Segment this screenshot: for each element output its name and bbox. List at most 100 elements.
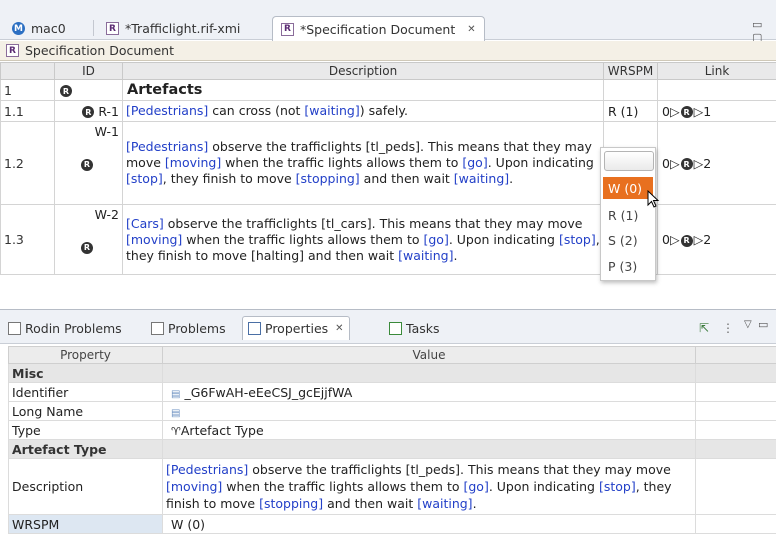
dropdown-option-r[interactable]: R (1): [603, 204, 653, 226]
row-number-header[interactable]: [0, 62, 55, 80]
id-value: R-1: [98, 103, 119, 119]
row-number: 1.3: [0, 204, 55, 275]
link-text[interactable]: [stopping]: [259, 496, 323, 511]
property-row[interactable]: Long Name ▤: [8, 401, 776, 421]
property-value[interactable]: ▤ _G6FwAH-eEeCSJ_gcEjjfWA: [162, 382, 696, 402]
column-header-id[interactable]: ID: [54, 62, 123, 80]
property-value[interactable]: [Pedestrians] observe the trafficlights …: [162, 458, 696, 515]
link-text[interactable]: [waiting]: [417, 496, 472, 511]
specification-table: ID Description WRSPM Link 1 R Artefacts …: [0, 62, 776, 275]
tab-trafficlight-rif[interactable]: R *Trafficlight.rif-xmi: [98, 17, 248, 40]
mouse-cursor-icon: [647, 190, 660, 208]
desc-text: when the traffic lights allows them to: [221, 155, 463, 170]
table-row[interactable]: 1.1 R R-1 [Pedestrians] can cross (not […: [0, 100, 776, 122]
desc-text: . Upon indicating: [448, 231, 559, 247]
table-header-row: Property Value: [8, 346, 776, 364]
link-text[interactable]: [Pedestrians]: [126, 139, 208, 154]
desc-text: , they finish to move: [162, 171, 296, 186]
dropdown-option-p[interactable]: P (3): [603, 255, 653, 277]
tab-problems[interactable]: Problems: [146, 316, 231, 340]
id-cell: R: [54, 79, 123, 101]
filler-cell: [695, 514, 776, 534]
tab-label: mac0: [31, 21, 66, 36]
desc-text: when the traffic lights allows them to: [182, 231, 424, 247]
close-icon[interactable]: ✕: [467, 24, 475, 35]
wrspm-cell[interactable]: R (1): [603, 100, 658, 122]
minimize-maximize-icon[interactable]: ▭: [758, 318, 768, 331]
link-text[interactable]: [go]: [462, 155, 487, 170]
column-header-link[interactable]: Link: [657, 62, 776, 80]
dropdown-option-s[interactable]: S (2): [603, 229, 653, 251]
close-icon[interactable]: ✕: [335, 323, 343, 334]
view-menu-icon[interactable]: ▽: [744, 319, 752, 330]
tab-label: *Trafficlight.rif-xmi: [125, 21, 241, 36]
link-text[interactable]: [moving]: [165, 155, 221, 170]
dropdown-option-w[interactable]: W (0): [603, 177, 653, 199]
rif-file-icon: R: [6, 44, 19, 57]
column-header-value[interactable]: Value: [162, 346, 696, 364]
link-text[interactable]: [go]: [463, 479, 488, 494]
wrspm-cell[interactable]: [603, 79, 658, 101]
tab-mac0[interactable]: M mac0: [4, 17, 74, 40]
id-value: W-2: [94, 207, 119, 222]
property-name: WRSPM: [8, 514, 163, 534]
desc-text: can cross (not: [208, 103, 305, 118]
column-header-description[interactable]: Description: [122, 62, 604, 80]
tab-tasks[interactable]: Tasks: [384, 316, 445, 340]
link-text[interactable]: [waiting]: [304, 103, 359, 118]
requirement-icon: R: [60, 85, 72, 97]
table-row[interactable]: 1.3 W-2 R [Cars] observe the trafficligh…: [0, 204, 776, 275]
column-header-wrspm[interactable]: WRSPM: [603, 62, 658, 80]
properties-icon: [248, 322, 261, 335]
link-text[interactable]: [go]: [423, 232, 448, 247]
column-header-filler: [695, 346, 776, 364]
requirement-icon: R: [81, 158, 93, 171]
tab-rodin-problems[interactable]: Rodin Problems: [3, 316, 127, 340]
property-value[interactable]: ▤: [162, 401, 696, 421]
id-cell: W-1 R: [54, 121, 123, 205]
property-value[interactable]: W (0): [162, 514, 696, 534]
type-icon: ♈: [171, 424, 181, 438]
link-text[interactable]: [Pedestrians]: [126, 103, 208, 118]
pin-icon[interactable]: ⇱: [699, 321, 709, 335]
desc-text: observe the trafficlights [tl_peds]. Thi…: [248, 462, 671, 477]
tab-label: Properties: [265, 321, 329, 336]
tab-label: *Specification Document: [300, 21, 456, 37]
rif-file-icon: R: [106, 22, 119, 35]
desc-text: and then wait: [323, 496, 418, 511]
tab-separator: [93, 20, 94, 36]
property-row[interactable]: Identifier ▤ _G6FwAH-eEeCSJ_gcEjjfWA: [8, 382, 776, 402]
link-text[interactable]: [moving]: [166, 479, 222, 494]
link-text[interactable]: [stop]: [599, 479, 636, 494]
desc-text: .: [472, 496, 477, 511]
text-field-icon: ▤: [171, 407, 181, 419]
link-text[interactable]: [waiting]: [398, 248, 453, 263]
tab-label: Tasks: [406, 320, 440, 336]
tab-properties[interactable]: Properties ✕: [242, 316, 350, 340]
problems-icon: [151, 321, 164, 335]
row-number: 1.1: [0, 100, 55, 122]
link-text[interactable]: [stop]: [126, 171, 163, 186]
property-name: Description: [8, 458, 163, 515]
tab-specification-document[interactable]: R *Specification Document ✕: [272, 16, 485, 41]
categories-icon[interactable]: ⋮: [722, 321, 734, 335]
link-text[interactable]: [stop]: [559, 232, 596, 247]
property-row[interactable]: WRSPM W (0): [8, 514, 776, 534]
link-cell: 0▷ R ▷1: [657, 100, 776, 122]
link-outgoing: ▷2: [693, 155, 712, 171]
link-text[interactable]: [waiting]: [454, 171, 509, 186]
link-text[interactable]: [stopping]: [296, 171, 360, 186]
table-header-row: ID Description WRSPM Link: [0, 62, 776, 80]
column-header-property[interactable]: Property: [8, 346, 163, 364]
link-text[interactable]: [moving]: [126, 232, 182, 247]
rif-file-icon: R: [281, 22, 294, 36]
link-text[interactable]: [Pedestrians]: [166, 462, 248, 477]
desc-text: . Upon indicating: [487, 155, 594, 170]
table-row[interactable]: 1 R Artefacts: [0, 79, 776, 101]
property-value[interactable]: ♈Artefact Type: [162, 420, 696, 440]
property-row[interactable]: Type ♈Artefact Type: [8, 420, 776, 440]
wrspm-combo-input[interactable]: [604, 151, 654, 171]
link-text[interactable]: [Cars]: [126, 216, 164, 231]
property-row[interactable]: Description [Pedestrians] observe the tr…: [8, 458, 776, 515]
wrspm-dropdown[interactable]: W (0) R (1) S (2) P (3): [600, 147, 656, 281]
